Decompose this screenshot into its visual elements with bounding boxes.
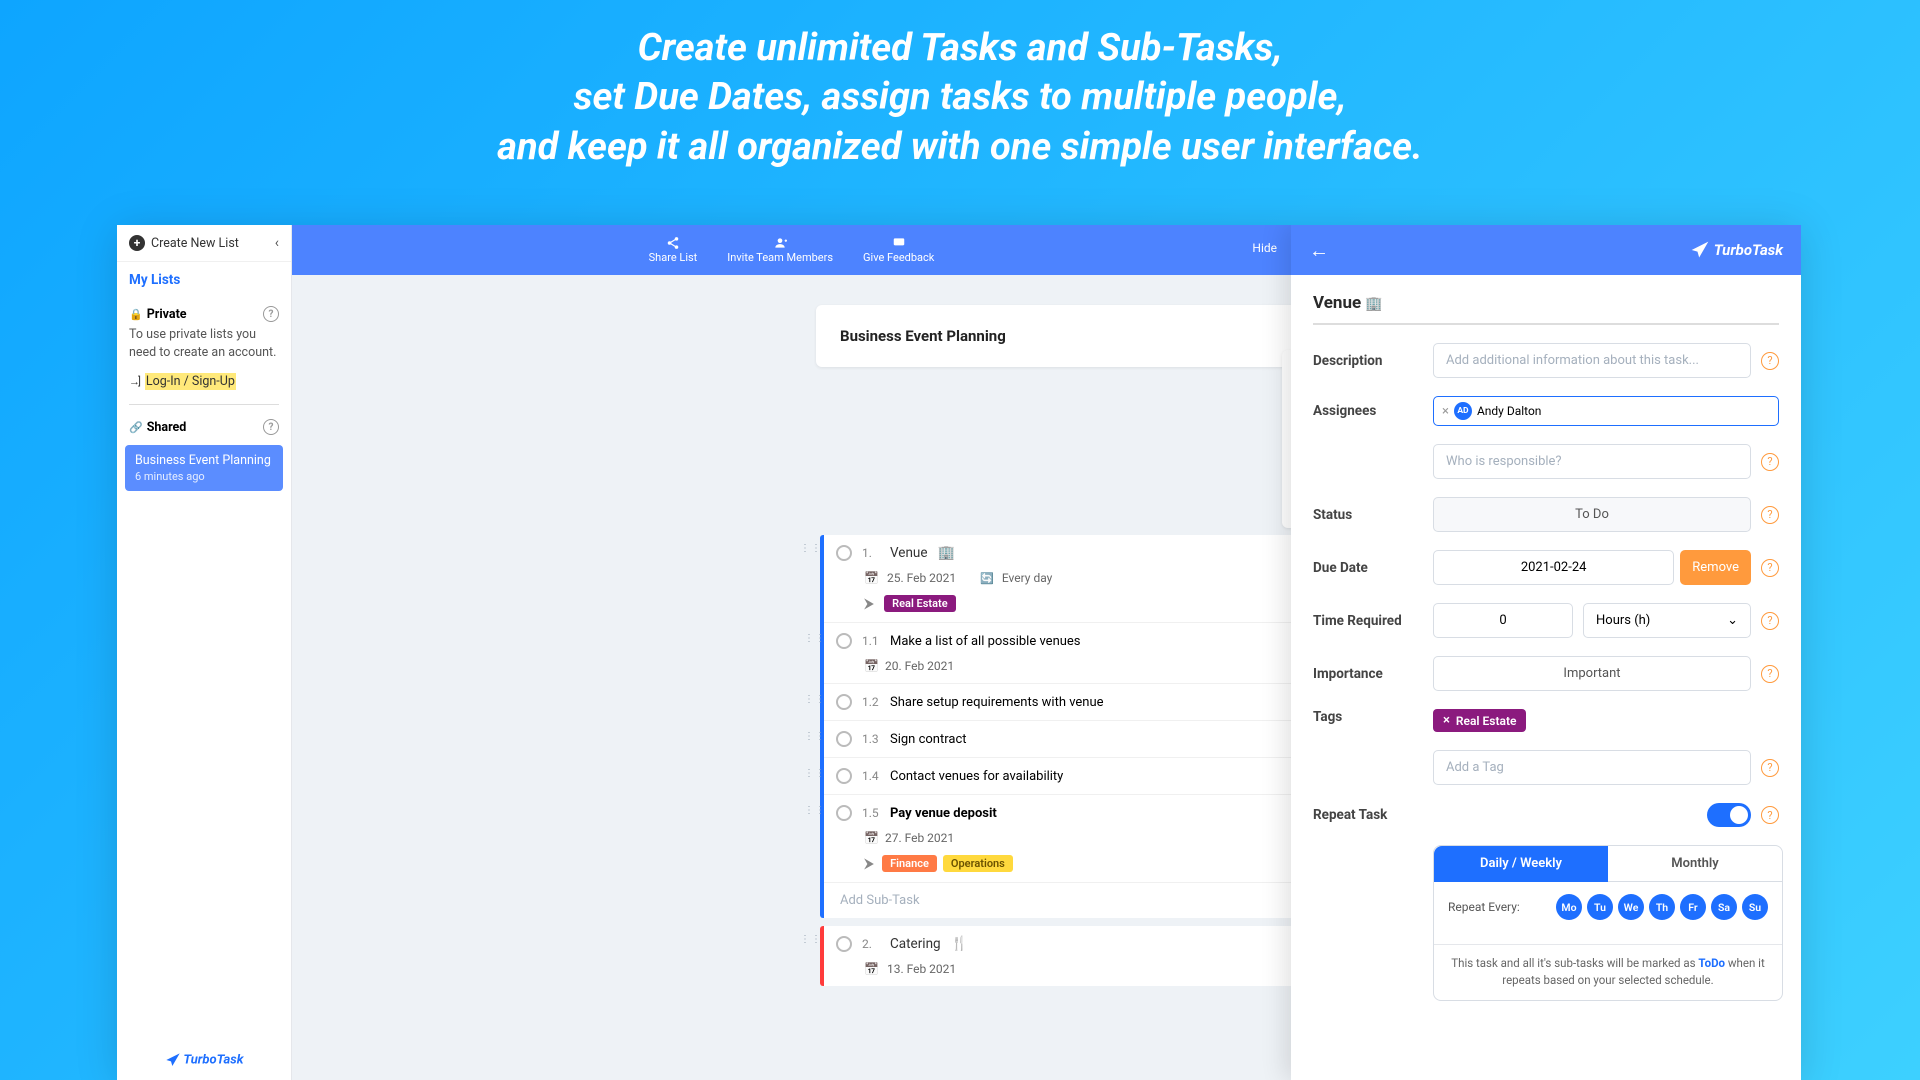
list-name: Business Event Planning	[135, 453, 273, 468]
day-toggle[interactable]: Tu	[1587, 894, 1613, 920]
help-icon[interactable]: ?	[1761, 506, 1779, 524]
assignee-chip[interactable]: × AD Andy Dalton	[1433, 396, 1779, 426]
checkbox[interactable]	[836, 805, 852, 821]
repeat-toggle[interactable]	[1707, 803, 1751, 827]
mylists-heading: My Lists	[129, 272, 279, 288]
drag-handle-icon[interactable]	[800, 934, 822, 945]
duedate-input[interactable]: 2021-02-24	[1433, 550, 1674, 585]
help-icon[interactable]: ?	[263, 419, 279, 435]
remove-chip-icon[interactable]: ×	[1442, 404, 1449, 419]
shared-heading: Shared	[129, 420, 186, 435]
help-icon[interactable]: ?	[1761, 806, 1779, 824]
brand-logo: TurboTask	[117, 1040, 291, 1080]
remove-tag-icon[interactable]: ×	[1443, 713, 1450, 728]
sidebar: + Create New List ‹ My Lists Private ? T…	[117, 225, 292, 1080]
checkbox[interactable]	[836, 768, 852, 784]
repeat-settings: Daily / Weekly Monthly Repeat Every: Mo …	[1433, 845, 1783, 1001]
repeat-footer-note: This task and all it's sub-tasks will be…	[1434, 944, 1782, 1000]
checkbox[interactable]	[836, 936, 852, 952]
plus-icon: +	[129, 235, 145, 251]
tag-chip: Real Estate	[884, 595, 955, 612]
private-heading: Private	[129, 307, 187, 322]
day-toggle[interactable]: Th	[1649, 894, 1675, 920]
repeat-icon	[980, 571, 994, 585]
app-window: + Create New List ‹ My Lists Private ? T…	[117, 225, 1801, 1080]
day-toggle[interactable]: Fr	[1680, 894, 1706, 920]
drag-handle-icon[interactable]	[804, 731, 826, 742]
checkbox[interactable]	[836, 731, 852, 747]
assignees-label: Assignees	[1313, 403, 1423, 419]
duedate-label: Due Date	[1313, 560, 1423, 576]
calendar-icon	[864, 962, 879, 976]
importance-select[interactable]: Important	[1433, 656, 1751, 691]
create-list-button[interactable]: + Create New List	[129, 235, 239, 251]
drag-handle-icon[interactable]	[804, 694, 826, 705]
day-toggle[interactable]: Su	[1742, 894, 1768, 920]
status-label: Status	[1313, 507, 1423, 523]
login-link[interactable]: Log-In / Sign-Up	[117, 369, 291, 394]
sidebar-list-item[interactable]: Business Event Planning 6 minutes ago	[125, 445, 283, 491]
description-label: Description	[1313, 353, 1423, 369]
drag-handle-icon[interactable]	[800, 543, 822, 554]
help-icon[interactable]: ?	[1761, 759, 1779, 777]
tag-icon: ⮞	[864, 856, 874, 872]
help-icon[interactable]: ?	[263, 306, 279, 322]
status-select[interactable]: To Do	[1433, 497, 1751, 532]
login-icon	[129, 374, 139, 389]
tags-label: Tags	[1313, 709, 1423, 725]
help-icon[interactable]: ?	[1761, 665, 1779, 683]
day-toggle[interactable]: Sa	[1711, 894, 1737, 920]
brand-logo: TurboTask	[1690, 240, 1783, 260]
drag-handle-icon[interactable]	[804, 768, 826, 779]
tag-input[interactable]	[1433, 750, 1751, 785]
calendar-icon	[864, 571, 879, 585]
tag-chip: Finance	[882, 855, 937, 872]
tag-icon: ⮞	[864, 596, 874, 612]
calendar-icon	[864, 831, 879, 845]
day-toggle[interactable]: Mo	[1556, 894, 1582, 920]
tag-chip[interactable]: ×Real Estate	[1433, 709, 1526, 732]
drag-handle-icon[interactable]	[804, 633, 826, 644]
tab-daily[interactable]: Daily / Weekly	[1434, 846, 1608, 882]
lock-icon	[129, 307, 147, 322]
building-icon: 🏢	[1365, 296, 1382, 312]
time-value-input[interactable]: 0	[1433, 603, 1573, 638]
help-icon[interactable]: ?	[1761, 612, 1779, 630]
description-input[interactable]	[1433, 343, 1751, 378]
repeat-every-label: Repeat Every:	[1448, 900, 1520, 914]
detail-title: Venue 🏢	[1313, 293, 1779, 325]
repeat-label: Repeat Task	[1313, 807, 1423, 823]
checkbox[interactable]	[836, 694, 852, 710]
tag-chip: Operations	[943, 855, 1013, 872]
back-arrow-icon[interactable]: ←	[1309, 238, 1329, 263]
importance-label: Importance	[1313, 666, 1423, 682]
avatar: AD	[1454, 402, 1472, 420]
calendar-icon	[864, 659, 879, 673]
tab-monthly[interactable]: Monthly	[1608, 846, 1782, 882]
assignee-input[interactable]	[1433, 444, 1751, 479]
drag-handle-icon[interactable]	[804, 805, 826, 816]
list-timestamp: 6 minutes ago	[135, 470, 273, 483]
catering-icon: 🍴	[951, 936, 968, 952]
link-icon	[129, 420, 147, 435]
time-unit-select[interactable]: Hours (h)⌄	[1583, 603, 1751, 638]
building-icon: 🏢	[938, 545, 955, 561]
task-detail-panel: ← TurboTask Venue 🏢 Description ? Assign…	[1291, 225, 1801, 1080]
create-label: Create New List	[151, 236, 239, 251]
time-label: Time Required	[1313, 613, 1423, 629]
checkbox[interactable]	[836, 545, 852, 561]
private-note: To use private lists you need to create …	[117, 326, 291, 369]
remove-date-button[interactable]: Remove	[1680, 550, 1751, 585]
checkbox[interactable]	[836, 633, 852, 649]
day-toggle[interactable]: We	[1618, 894, 1644, 920]
hero-headline: Create unlimited Tasks and Sub-Tasks, se…	[0, 0, 1920, 192]
collapse-sidebar-icon[interactable]: ‹	[275, 235, 279, 251]
chevron-down-icon: ⌄	[1727, 613, 1738, 628]
help-icon[interactable]: ?	[1761, 559, 1779, 577]
help-icon[interactable]: ?	[1761, 352, 1779, 370]
help-icon[interactable]: ?	[1761, 453, 1779, 471]
